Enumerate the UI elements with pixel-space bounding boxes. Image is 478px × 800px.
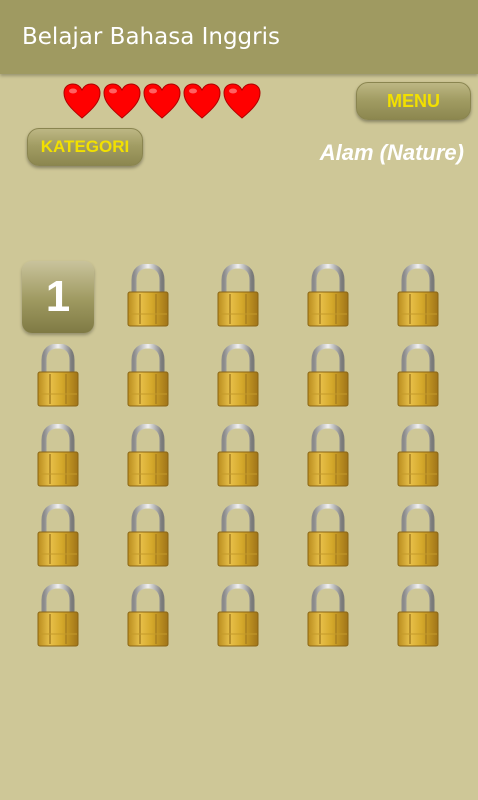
- heart-icon: [62, 82, 102, 120]
- level-cell[interactable]: [283, 578, 373, 658]
- app-bar: Belajar Bahasa Inggris: [0, 0, 478, 74]
- level-cell[interactable]: [103, 578, 193, 658]
- kategori-button[interactable]: KATEGORI: [27, 128, 143, 166]
- level-cell[interactable]: [193, 258, 283, 338]
- level-cell[interactable]: [373, 258, 463, 338]
- menu-button[interactable]: MENU: [356, 82, 471, 120]
- level-cell[interactable]: [13, 578, 103, 658]
- heart-icon: [142, 82, 182, 120]
- level-button[interactable]: 1: [22, 261, 94, 333]
- level-cell[interactable]: [13, 498, 103, 578]
- level-cell[interactable]: [373, 418, 463, 498]
- level-cell[interactable]: [373, 578, 463, 658]
- level-cell[interactable]: [103, 338, 193, 418]
- heart-icon: [222, 82, 262, 120]
- level-cell[interactable]: [283, 418, 373, 498]
- level-grid: 1: [13, 258, 463, 658]
- heart-icon: [102, 82, 142, 120]
- category-title: Alam (Nature): [319, 140, 464, 165]
- level-cell[interactable]: [283, 498, 373, 578]
- level-cell[interactable]: [13, 418, 103, 498]
- level-cell[interactable]: [193, 498, 283, 578]
- level-cell[interactable]: [13, 338, 103, 418]
- level-cell[interactable]: [373, 498, 463, 578]
- level-cell[interactable]: [283, 258, 373, 338]
- heart-icon: [182, 82, 222, 120]
- level-cell[interactable]: [193, 338, 283, 418]
- lives-indicator: [62, 82, 262, 120]
- level-cell[interactable]: [103, 418, 193, 498]
- level-cell[interactable]: 1: [13, 258, 103, 338]
- level-cell[interactable]: [283, 338, 373, 418]
- level-cell[interactable]: [193, 578, 283, 658]
- level-cell[interactable]: [193, 418, 283, 498]
- app-title: Belajar Bahasa Inggris: [22, 24, 280, 50]
- level-cell[interactable]: [103, 498, 193, 578]
- level-cell[interactable]: [373, 338, 463, 418]
- level-cell[interactable]: [103, 258, 193, 338]
